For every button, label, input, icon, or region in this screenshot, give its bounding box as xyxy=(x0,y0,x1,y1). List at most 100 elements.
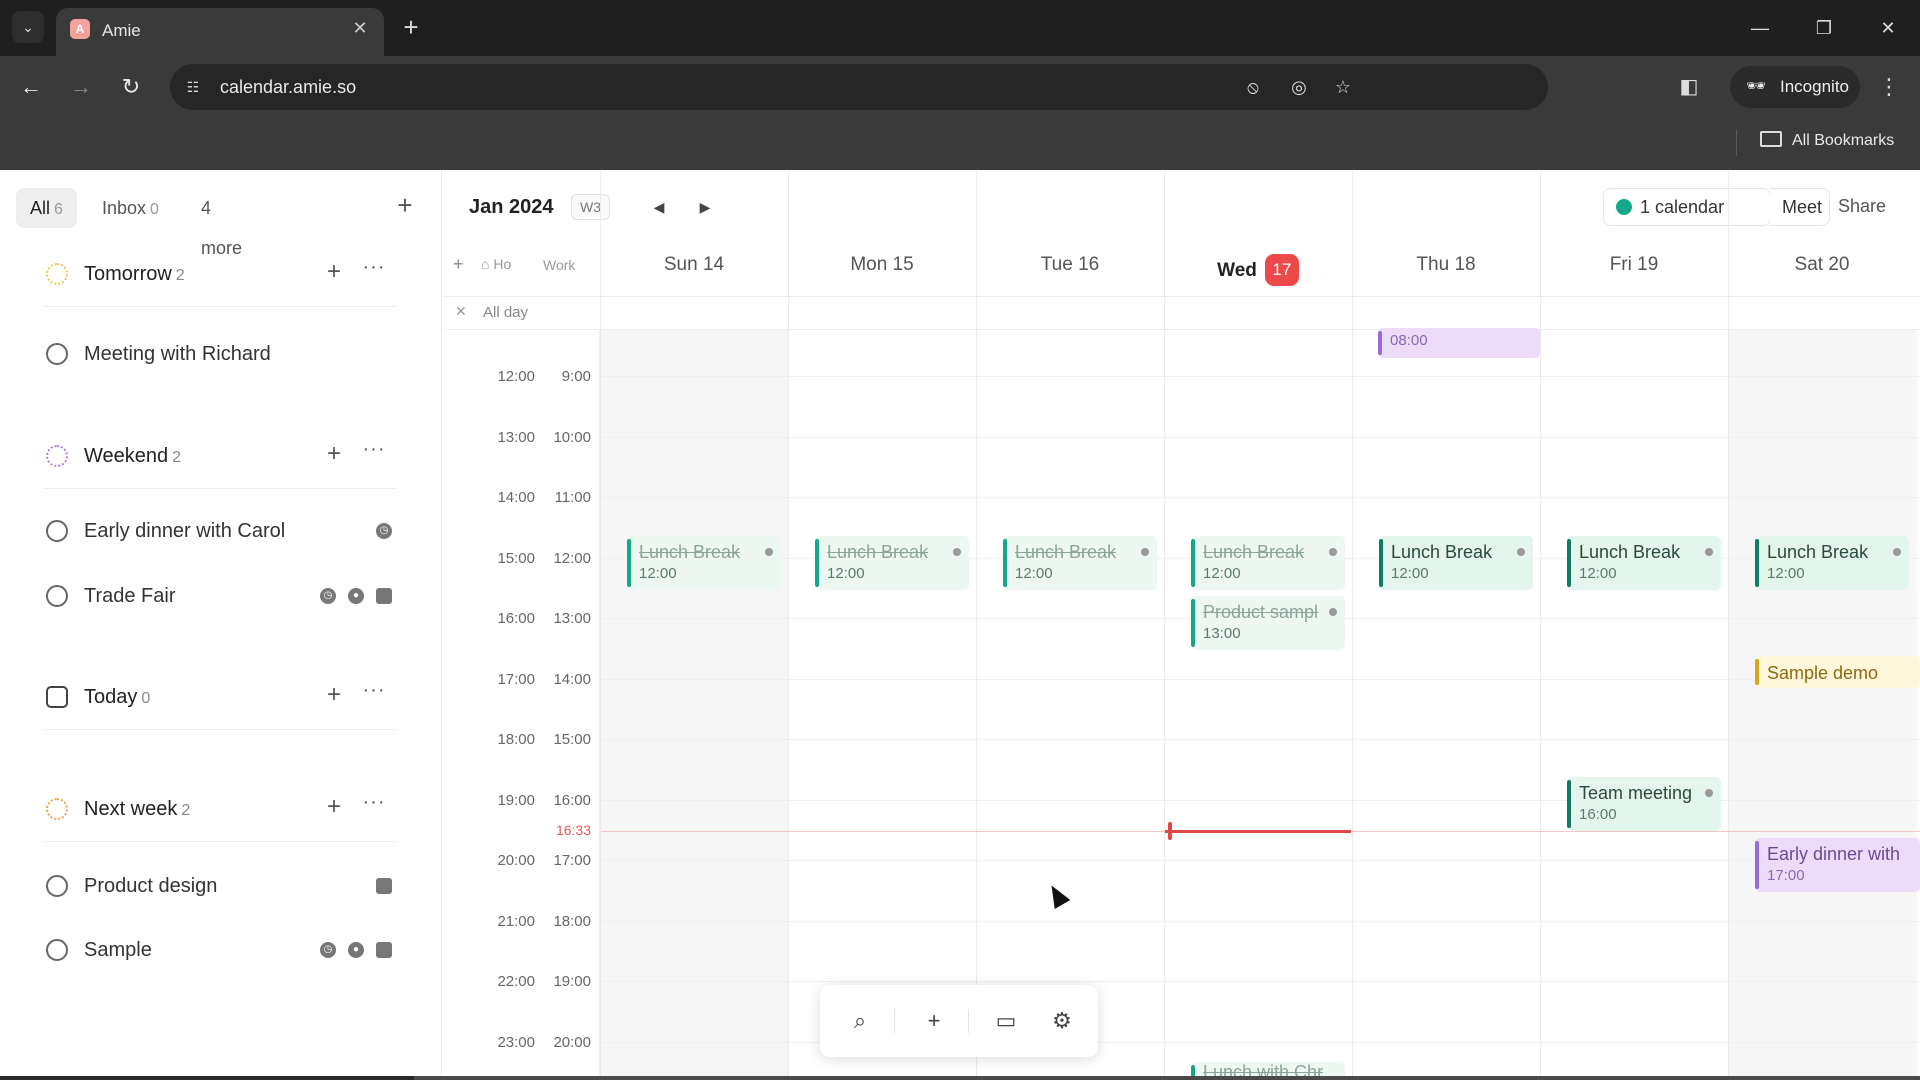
forward-arrow-icon[interactable]: → xyxy=(64,70,98,104)
task-checkbox[interactable] xyxy=(46,939,68,961)
day-header-mon[interactable]: Mon 15 xyxy=(788,254,976,276)
day-header-tue[interactable]: Tue 16 xyxy=(976,254,1164,276)
task-item[interactable]: Early dinner with Carol ◷ xyxy=(44,511,400,551)
group-today[interactable]: Today 0 + ··· xyxy=(44,677,400,730)
floating-action-bar: ⌕ + ▭ ⚙ xyxy=(820,985,1098,1057)
hour-label-home: 16:00 xyxy=(497,610,535,627)
gear-icon[interactable]: ⚙ xyxy=(1044,1003,1080,1039)
collapse-icon[interactable]: ✕ xyxy=(455,303,467,320)
plus-icon[interactable]: + xyxy=(916,1003,952,1039)
time-grid[interactable]: 12:00 9:00 13:00 10:00 14:00 11:00 15:00 12:00 1… xyxy=(443,170,1920,1080)
attendee-dot-icon xyxy=(1329,548,1337,556)
event-time: 12:00 xyxy=(639,565,677,582)
side-panel-icon[interactable]: ◧ xyxy=(1672,70,1706,104)
sidebar-layout-icon[interactable]: ▭ xyxy=(988,1003,1024,1039)
event-lunch-break[interactable]: Lunch Break 12:00 xyxy=(627,536,781,590)
group-add-plus-icon[interactable]: + xyxy=(322,440,346,468)
event-product-sample[interactable]: Product sampl 13:00 xyxy=(1191,596,1345,650)
event-lunch-break[interactable]: Lunch Break 12:00 xyxy=(1191,536,1345,590)
event-team-meeting[interactable]: Team meeting 16:00 xyxy=(1567,777,1721,831)
address-bar[interactable]: ☷ calendar.amie.so ⦸ ◎ ☆ xyxy=(170,64,1548,110)
task-checkbox[interactable] xyxy=(46,520,68,542)
tab-search-chevron-icon[interactable]: ⌄ xyxy=(12,11,44,43)
task-item[interactable]: Meeting with Richard xyxy=(44,334,400,374)
work-timezone-label: Work xyxy=(543,257,576,273)
sun-dotted-icon xyxy=(46,263,68,285)
event-lunch-break[interactable]: Lunch Break 12:00 xyxy=(1755,536,1909,590)
tab-close-icon[interactable]: ✕ xyxy=(348,16,372,40)
url-text[interactable]: calendar.amie.so xyxy=(220,77,356,98)
meet-button[interactable]: Meet xyxy=(1782,189,1822,225)
event-lunch-break[interactable]: Lunch Break 12:00 xyxy=(1567,536,1721,590)
hour-label-work: 9:00 xyxy=(561,368,591,385)
hour-label-work: 13:00 xyxy=(553,610,591,627)
browser-menu-icon[interactable]: ⋮ xyxy=(1872,70,1906,104)
hour-label-home: 18:00 xyxy=(497,731,535,748)
sidebar-tab-more[interactable]: 4 more xyxy=(201,188,242,258)
site-info-icon[interactable]: ☷ xyxy=(182,76,204,98)
event-lunch-break[interactable]: Lunch Break 12:00 xyxy=(815,536,969,590)
prev-week-icon[interactable]: ◀ xyxy=(648,196,670,218)
group-weekend[interactable]: Weekend 2 + ··· xyxy=(44,436,400,489)
today-badge: 17 xyxy=(1264,254,1299,286)
task-item[interactable]: Trade Fair ◷ ● xyxy=(44,576,400,616)
hour-label-work: 18:00 xyxy=(553,912,591,930)
no-tracking-icon[interactable]: ⦸ xyxy=(1240,75,1266,99)
sidebar-add-plus-icon[interactable]: + xyxy=(392,192,418,218)
bookmark-star-icon[interactable]: ☆ xyxy=(1330,75,1356,99)
next-week-icon[interactable]: ▶ xyxy=(694,196,716,218)
day-header-sat[interactable]: Sat 20 xyxy=(1728,254,1916,276)
event-thu-0800[interactable]: 08:00 xyxy=(1378,328,1540,358)
day-header-sun[interactable]: Sun 14 xyxy=(600,254,788,276)
sidebar-tab-inbox[interactable]: Inbox 0 xyxy=(102,188,159,228)
calendar-color-dot xyxy=(1616,199,1632,215)
group-next-week[interactable]: Next week 2 + ··· xyxy=(44,789,400,842)
group-tomorrow[interactable]: Tomorrow 2 + ··· xyxy=(44,254,400,307)
day-header-wed[interactable]: Wed 17 xyxy=(1164,254,1352,286)
group-add-plus-icon[interactable]: + xyxy=(322,793,346,821)
incognito-indicator[interactable]: 🕶 Incognito xyxy=(1730,66,1860,108)
sidebar-tab-all[interactable]: All 6 xyxy=(16,188,77,228)
task-item[interactable]: Sample ◷ ● xyxy=(44,930,400,970)
group-more-icon[interactable]: ··· xyxy=(362,438,386,461)
event-lunch-break[interactable]: Lunch Break 12:00 xyxy=(1003,536,1157,590)
add-timezone-plus-icon[interactable]: + xyxy=(453,254,464,275)
new-tab-plus-icon[interactable]: + xyxy=(396,12,426,42)
day-divider xyxy=(976,170,977,1080)
calendars-button[interactable]: 1 calendar xyxy=(1616,189,1724,225)
group-more-icon[interactable]: ··· xyxy=(362,791,386,814)
task-checkbox[interactable] xyxy=(46,343,68,365)
hour-label-home: 20:00 xyxy=(497,852,535,869)
event-early-dinner[interactable]: Early dinner with 17:00 xyxy=(1755,838,1920,892)
group-more-icon[interactable]: ··· xyxy=(362,256,386,279)
time-gutter: 12:00 9:00 13:00 10:00 14:00 11:00 15:00 12:00 1… xyxy=(443,330,600,1080)
event-sample-demo[interactable]: Sample demo xyxy=(1755,656,1920,688)
browser-tab[interactable]: A Amie ✕ xyxy=(56,8,384,56)
search-icon[interactable]: ⌕ xyxy=(842,1003,878,1039)
day-header-fri[interactable]: Fri 19 xyxy=(1540,254,1728,276)
restore-icon[interactable]: ❐ xyxy=(1806,12,1842,44)
reload-icon[interactable]: ↻ xyxy=(114,70,148,104)
minimize-icon[interactable]: — xyxy=(1742,12,1778,44)
group-more-icon[interactable]: ··· xyxy=(362,679,386,702)
current-time-label: 16:33 xyxy=(555,822,591,838)
event-title: Lunch Break xyxy=(1767,542,1869,562)
group-add-plus-icon[interactable]: + xyxy=(322,681,346,709)
action-separator xyxy=(968,1009,969,1033)
hour-label-work: 12:00 xyxy=(553,549,591,567)
day-header-thu[interactable]: Thu 18 xyxy=(1352,254,1540,276)
location-icon: ● xyxy=(348,942,364,958)
eye-off-icon[interactable]: ◎ xyxy=(1286,75,1312,99)
share-button[interactable]: Share xyxy=(1838,196,1886,217)
task-checkbox[interactable] xyxy=(46,875,68,897)
bookmarks-divider xyxy=(1736,130,1737,156)
back-arrow-icon[interactable]: ← xyxy=(14,70,48,104)
task-checkbox[interactable] xyxy=(46,585,68,607)
event-lunch-break[interactable]: Lunch Break 12:00 xyxy=(1379,536,1533,590)
task-item[interactable]: Product design xyxy=(44,866,400,906)
group-add-plus-icon[interactable]: + xyxy=(322,258,346,286)
all-bookmarks-button[interactable]: All Bookmarks xyxy=(1760,131,1894,150)
sidebar: All 6 Inbox 0 4 more + Tomorrow 2 + ··· Mee… xyxy=(0,170,442,1080)
window-close-icon[interactable]: ✕ xyxy=(1870,12,1906,44)
event-color-bar xyxy=(627,539,631,587)
